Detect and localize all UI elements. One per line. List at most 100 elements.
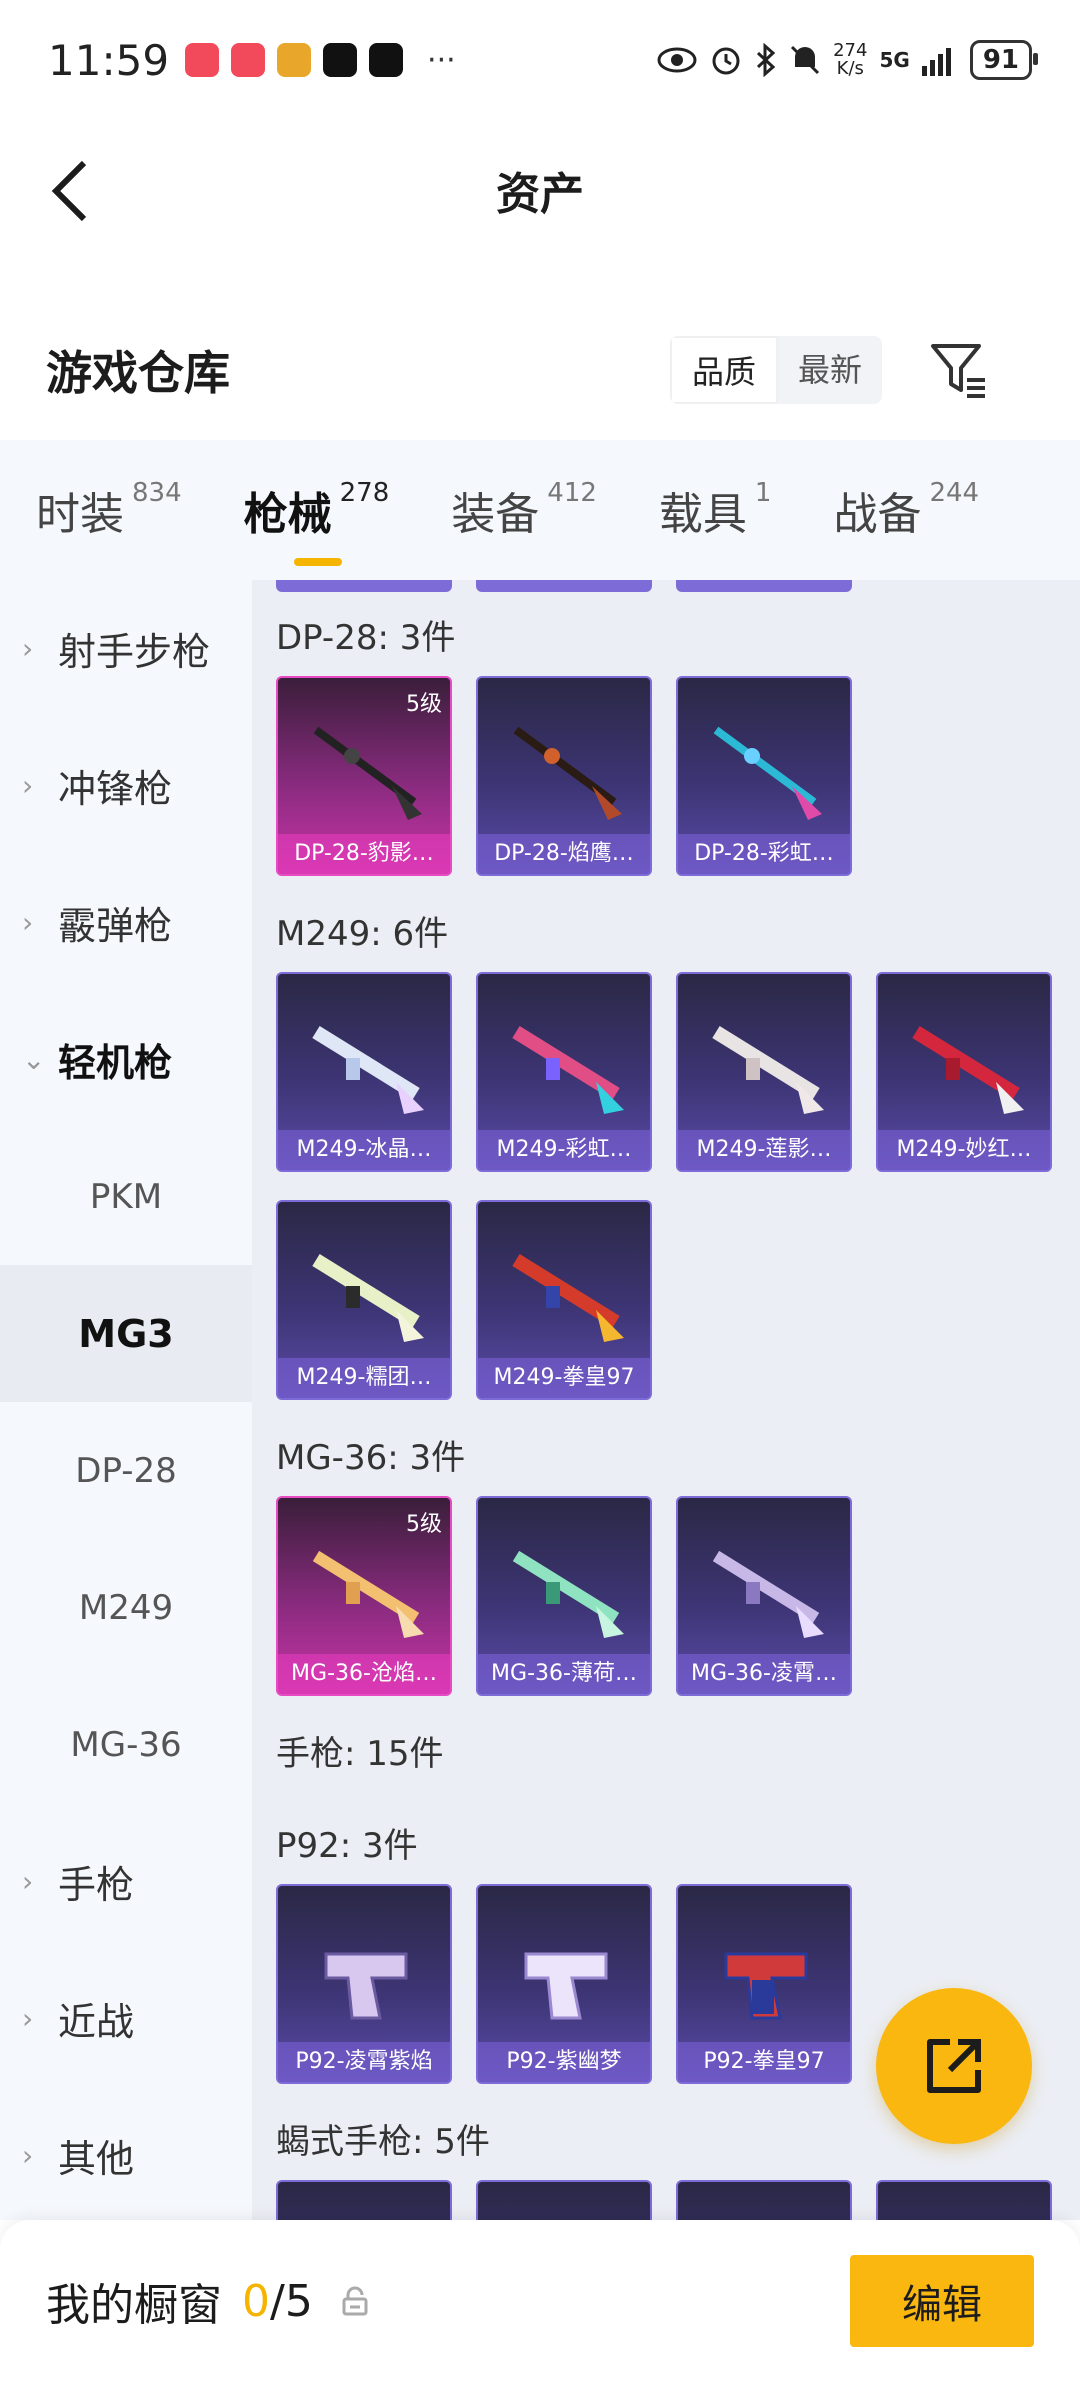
- game-app-icon: [277, 43, 312, 77]
- sidebar-subitem-pkm[interactable]: PKM: [0, 1128, 252, 1265]
- share-button[interactable]: [876, 1988, 1032, 2144]
- item-card[interactable]: MG-36-凌霄…: [676, 1496, 852, 1696]
- lmg-icon: [512, 1254, 624, 1342]
- sidebar-item-lmg[interactable]: ⌄ 轻机枪: [0, 991, 252, 1128]
- tab-fashion[interactable]: 时装 834: [36, 478, 182, 542]
- tab-supplies[interactable]: 战备 244: [833, 478, 979, 542]
- notification-icons: ···: [185, 43, 456, 78]
- showcase-bar: 我的橱窗 0/5 编辑: [0, 2220, 1080, 2382]
- lmg-icon: [312, 1550, 424, 1638]
- sidebar-item-label: 射手步枪: [58, 630, 211, 674]
- item-grid: DP-28: 3件 5级 DP-28-豹影… DP-28-焰鹰… DP-28-彩…: [252, 580, 1080, 2220]
- card-strip: [676, 580, 852, 592]
- item-card[interactable]: 5级 DP-28-豹影…: [276, 676, 452, 876]
- item-card[interactable]: M249-冰晶…: [276, 972, 452, 1172]
- item-card[interactable]: M249-莲影…: [676, 972, 852, 1172]
- tab-label: 载具: [658, 489, 747, 540]
- group-title-mg36: MG-36: 3件: [276, 1438, 466, 1478]
- item-card-label: M249-拳皇97: [478, 1358, 650, 1398]
- item-card[interactable]: DP-28-彩虹…: [676, 676, 852, 876]
- item-card-label: M249-彩虹…: [478, 1130, 650, 1170]
- chevron-right-icon: ›: [22, 769, 34, 802]
- tab-equipment[interactable]: 装备 412: [451, 478, 597, 542]
- shopping-app-icon: [231, 43, 266, 77]
- item-card[interactable]: MG-36-薄荷…: [476, 1496, 652, 1696]
- item-card-label: DP-28-焰鹰…: [478, 834, 650, 874]
- item-card[interactable]: [476, 2180, 652, 2220]
- item-card[interactable]: M249-拳皇97: [476, 1200, 652, 1400]
- tab-label: 战备: [833, 489, 922, 540]
- sidebar-item-smg[interactable]: › 冲锋枪: [0, 717, 252, 854]
- sort-toggle: 品质 最新: [670, 336, 883, 404]
- item-card[interactable]: 5级 MG-36-沧焰…: [276, 1496, 452, 1696]
- item-card[interactable]: P92-凌霄紫焰: [276, 1884, 452, 2084]
- status-time: 11:59: [48, 35, 170, 85]
- sidebar-subitem-m249[interactable]: M249: [0, 1539, 252, 1676]
- signal-icon: [921, 48, 951, 76]
- sidebar-item-pistol[interactable]: › 手枪: [0, 1813, 252, 1950]
- warehouse-title: 游戏仓库: [46, 346, 230, 400]
- sidebar: › 射手步枪 › 冲锋枪 › 霰弹枪 ⌄ 轻机枪 PKM MG3 DP-28 M…: [0, 580, 252, 2220]
- nav-bar: 资产: [0, 120, 1080, 260]
- category-tabs: 时装 834 枪械 278 装备 412 载具 1 战备 244: [0, 440, 1080, 580]
- soul-app-icon: [369, 43, 404, 77]
- sidebar-item-marksman-rifle[interactable]: › 射手步枪: [0, 580, 252, 717]
- sidebar-item-other[interactable]: › 其他: [0, 2087, 252, 2224]
- item-card[interactable]: M249-妙红…: [876, 972, 1052, 1172]
- tab-vehicles[interactable]: 载具 1: [659, 478, 772, 542]
- sidebar-item-label: 近战: [58, 2000, 135, 2044]
- item-card[interactable]: M249-糯团…: [276, 1200, 452, 1400]
- sidebar-item-melee[interactable]: › 近战: [0, 1950, 252, 2087]
- more-notifications-icon: ···: [427, 42, 456, 78]
- sidebar-subitem-mg36[interactable]: MG-36: [0, 1676, 252, 1813]
- back-button[interactable]: [40, 156, 100, 226]
- chevron-down-icon: ⌄: [22, 1043, 46, 1076]
- filter-button[interactable]: [926, 338, 990, 402]
- item-card[interactable]: [876, 2180, 1052, 2220]
- lmg-icon: [312, 1254, 424, 1342]
- item-card-label: M249-莲影…: [678, 1130, 850, 1170]
- netspeed-unit: K/s: [836, 58, 864, 79]
- sort-newest-option[interactable]: 最新: [778, 336, 882, 404]
- edit-button[interactable]: 编辑: [850, 2255, 1034, 2347]
- tab-count: 412: [547, 478, 597, 508]
- netspeed: 274 K/s: [833, 42, 867, 78]
- item-card-label: MG-36-沧焰…: [278, 1654, 450, 1694]
- alarm-icon: [712, 47, 740, 75]
- lock-icon: [342, 2286, 368, 2316]
- chevron-right-icon: ›: [22, 1865, 34, 1898]
- network-type: 5G: [879, 48, 910, 72]
- tab-guns[interactable]: 枪械 278: [244, 478, 390, 566]
- item-card[interactable]: [676, 2180, 852, 2220]
- group-title-m249: M249: 6件: [276, 914, 449, 954]
- group-title-scorpion: 蝎式手枪: 5件: [276, 2122, 490, 2162]
- status-bar: 11:59 ··· 274 K/s 5G 91: [0, 0, 1080, 120]
- shopping-app-icon: [185, 43, 220, 77]
- warehouse-header: 游戏仓库 品质 最新: [0, 310, 1080, 430]
- system-icons: 274 K/s 5G 91: [657, 40, 1039, 80]
- sort-quality-option[interactable]: 品质: [670, 336, 779, 404]
- filter-icon: [931, 344, 985, 398]
- item-card-label: DP-28-豹影…: [278, 834, 450, 874]
- card-strip: [476, 580, 652, 592]
- lmg-icon: [713, 726, 822, 820]
- item-card[interactable]: P92-紫幽梦: [476, 1884, 652, 2084]
- item-card[interactable]: DP-28-焰鹰…: [476, 676, 652, 876]
- sidebar-subitem-dp28[interactable]: DP-28: [0, 1402, 252, 1539]
- tab-label: 时装: [36, 489, 124, 540]
- item-card[interactable]: M249-彩虹…: [476, 972, 652, 1172]
- item-card[interactable]: P92-拳皇97: [676, 1884, 852, 2084]
- tab-label: 装备: [451, 489, 540, 540]
- pistol-icon: [724, 1952, 808, 2020]
- showcase-title: 我的橱窗: [46, 2280, 222, 2331]
- tab-count: 834: [132, 478, 182, 508]
- sidebar-subitem-mg3[interactable]: MG3: [0, 1265, 252, 1402]
- lmg-icon: [512, 1026, 624, 1114]
- item-card-label: P92-紫幽梦: [478, 2042, 650, 2082]
- tab-count: 278: [339, 478, 390, 508]
- sidebar-item-shotgun[interactable]: › 霰弹枪: [0, 854, 252, 991]
- tab-count: 244: [929, 478, 980, 508]
- lmg-icon: [313, 726, 422, 820]
- item-card[interactable]: [276, 2180, 452, 2220]
- lmg-icon: [912, 1026, 1024, 1114]
